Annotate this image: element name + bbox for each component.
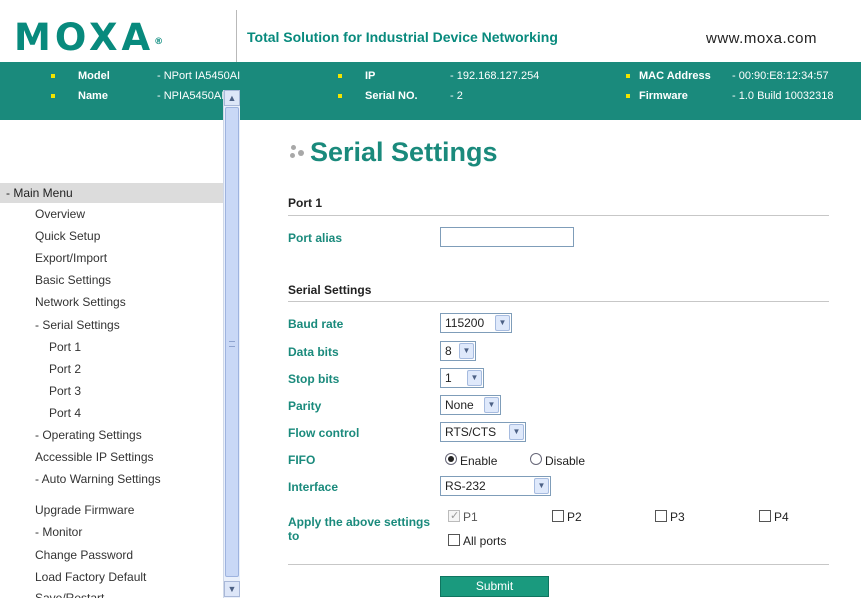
firmware-value: - 1.0 Build 10032318 [732, 90, 834, 102]
menu-item-upgrade-firmware[interactable]: Upgrade Firmware [35, 502, 134, 518]
bullet-icon [51, 94, 55, 98]
port-section-heading: Port 1 [288, 196, 323, 210]
chevron-down-icon: ▼ [459, 343, 474, 359]
data-bits-label: Data bits [288, 345, 339, 359]
menu-item-quick-setup[interactable]: Quick Setup [35, 228, 100, 244]
sidebar-scrollbar[interactable]: ▲ ▼ [223, 90, 240, 598]
menu-item-save-restart[interactable]: Save/Restart [35, 590, 104, 598]
page-title: Serial Settings [288, 137, 498, 168]
serial-value: - 2 [450, 90, 463, 102]
sidebar: - Main Menu Overview Quick Setup Export/… [0, 120, 223, 598]
section-divider [288, 301, 829, 302]
menu-item-operating-settings[interactable]: - Operating Settings [35, 427, 142, 443]
device-info-bar: Model - NPort IA5450AI Name - NPIA5450AI… [0, 62, 861, 120]
p4-checkbox[interactable] [759, 510, 771, 522]
chevron-down-icon: ▼ [495, 315, 510, 331]
menu-item-port-4[interactable]: Port 4 [49, 405, 81, 421]
bullet-icon [338, 94, 342, 98]
chevron-down-icon: ▼ [534, 478, 549, 494]
flow-control-select[interactable]: RTS/CTS ▼ [440, 422, 526, 442]
p2-label[interactable]: P2 [567, 510, 582, 524]
stop-bits-select[interactable]: 1 ▼ [440, 368, 484, 388]
ip-label: IP [365, 70, 376, 82]
submit-button[interactable]: Submit [440, 576, 549, 597]
flow-control-label: Flow control [288, 426, 360, 440]
p3-checkbox[interactable] [655, 510, 667, 522]
apply-settings-label-line2: to [288, 529, 300, 543]
model-label: Model [78, 70, 110, 82]
apply-settings-label: Apply the above settings [288, 515, 431, 529]
dots-icon [288, 142, 308, 162]
mac-value: - 00:90:E8:12:34:57 [732, 70, 829, 82]
menu-item-overview[interactable]: Overview [35, 206, 85, 222]
menu-item-load-factory-default[interactable]: Load Factory Default [35, 569, 146, 585]
menu-item-port-3[interactable]: Port 3 [49, 383, 81, 399]
bullet-icon [626, 74, 630, 78]
p2-checkbox[interactable] [552, 510, 564, 522]
website-url: www.moxa.com [706, 30, 818, 47]
menu-item-export-import[interactable]: Export/Import [35, 250, 107, 266]
menu-item-auto-warning[interactable]: - Auto Warning Settings [35, 471, 161, 487]
p1-label: P1 [463, 510, 478, 524]
data-bits-value: 8 [445, 344, 452, 358]
chevron-down-icon: ▼ [509, 424, 524, 440]
menu-item-change-password[interactable]: Change Password [35, 547, 133, 563]
section-divider [288, 215, 829, 216]
parity-select[interactable]: None ▼ [440, 395, 501, 415]
moxa-logo: MOXA® [14, 16, 164, 59]
scroll-thumb[interactable] [225, 107, 239, 577]
bullet-icon [626, 94, 630, 98]
baud-rate-value: 115200 [445, 316, 485, 330]
menu-item-network-settings[interactable]: Network Settings [35, 294, 126, 310]
menu-item-serial-settings[interactable]: - Serial Settings [35, 317, 120, 333]
baud-rate-label: Baud rate [288, 317, 344, 331]
p4-label[interactable]: P4 [774, 510, 789, 524]
menu-item-monitor[interactable]: - Monitor [35, 524, 82, 540]
stop-bits-label: Stop bits [288, 372, 340, 386]
stop-bits-value: 1 [445, 371, 452, 385]
mac-label: MAC Address [639, 70, 711, 82]
fifo-disable-label[interactable]: Disable [545, 454, 585, 468]
flow-control-value: RTS/CTS [445, 425, 497, 439]
model-value: - NPort IA5450AI [157, 70, 241, 82]
baud-rate-select[interactable]: 115200 ▼ [440, 313, 512, 333]
scroll-down-arrow-icon[interactable]: ▼ [224, 581, 240, 597]
bullet-icon [51, 74, 55, 78]
fifo-enable-label[interactable]: Enable [460, 454, 497, 468]
parity-value: None [445, 398, 474, 412]
menu-item-port-1[interactable]: Port 1 [49, 339, 81, 355]
all-ports-label[interactable]: All ports [463, 534, 506, 548]
port-alias-label: Port alias [288, 231, 343, 245]
interface-select[interactable]: RS-232 ▼ [440, 476, 551, 496]
scroll-grip [229, 341, 235, 347]
chevron-down-icon: ▼ [467, 370, 482, 386]
menu-item-basic-settings[interactable]: Basic Settings [35, 272, 111, 288]
serial-label: Serial NO. [365, 90, 418, 102]
all-ports-checkbox[interactable] [448, 534, 460, 546]
bullet-icon [338, 74, 342, 78]
port-alias-input[interactable] [440, 227, 574, 247]
firmware-label: Firmware [639, 90, 688, 102]
header-divider [236, 10, 237, 62]
interface-label: Interface [288, 480, 339, 494]
p1-checkbox [448, 509, 460, 522]
menu-item-accessible-ip[interactable]: Accessible IP Settings [35, 449, 154, 465]
scroll-up-arrow-icon[interactable]: ▲ [224, 90, 240, 106]
data-bits-select[interactable]: 8 ▼ [440, 341, 476, 361]
fifo-disable-radio[interactable] [530, 453, 542, 465]
chevron-down-icon: ▼ [484, 397, 499, 413]
header: MOXA® Total Solution for Industrial Devi… [0, 0, 861, 62]
interface-value: RS-232 [445, 479, 486, 493]
fifo-enable-radio[interactable] [445, 453, 457, 465]
p3-label[interactable]: P3 [670, 510, 685, 524]
serial-section-heading: Serial Settings [288, 283, 372, 297]
section-divider [288, 564, 829, 565]
fifo-label: FIFO [288, 453, 316, 467]
main-menu-heading[interactable]: - Main Menu [0, 183, 223, 203]
menu-item-port-2[interactable]: Port 2 [49, 361, 81, 377]
name-label: Name [78, 90, 108, 102]
ip-value: - 192.168.127.254 [450, 70, 540, 82]
parity-label: Parity [288, 399, 322, 413]
header-tagline: Total Solution for Industrial Device Net… [247, 29, 558, 45]
